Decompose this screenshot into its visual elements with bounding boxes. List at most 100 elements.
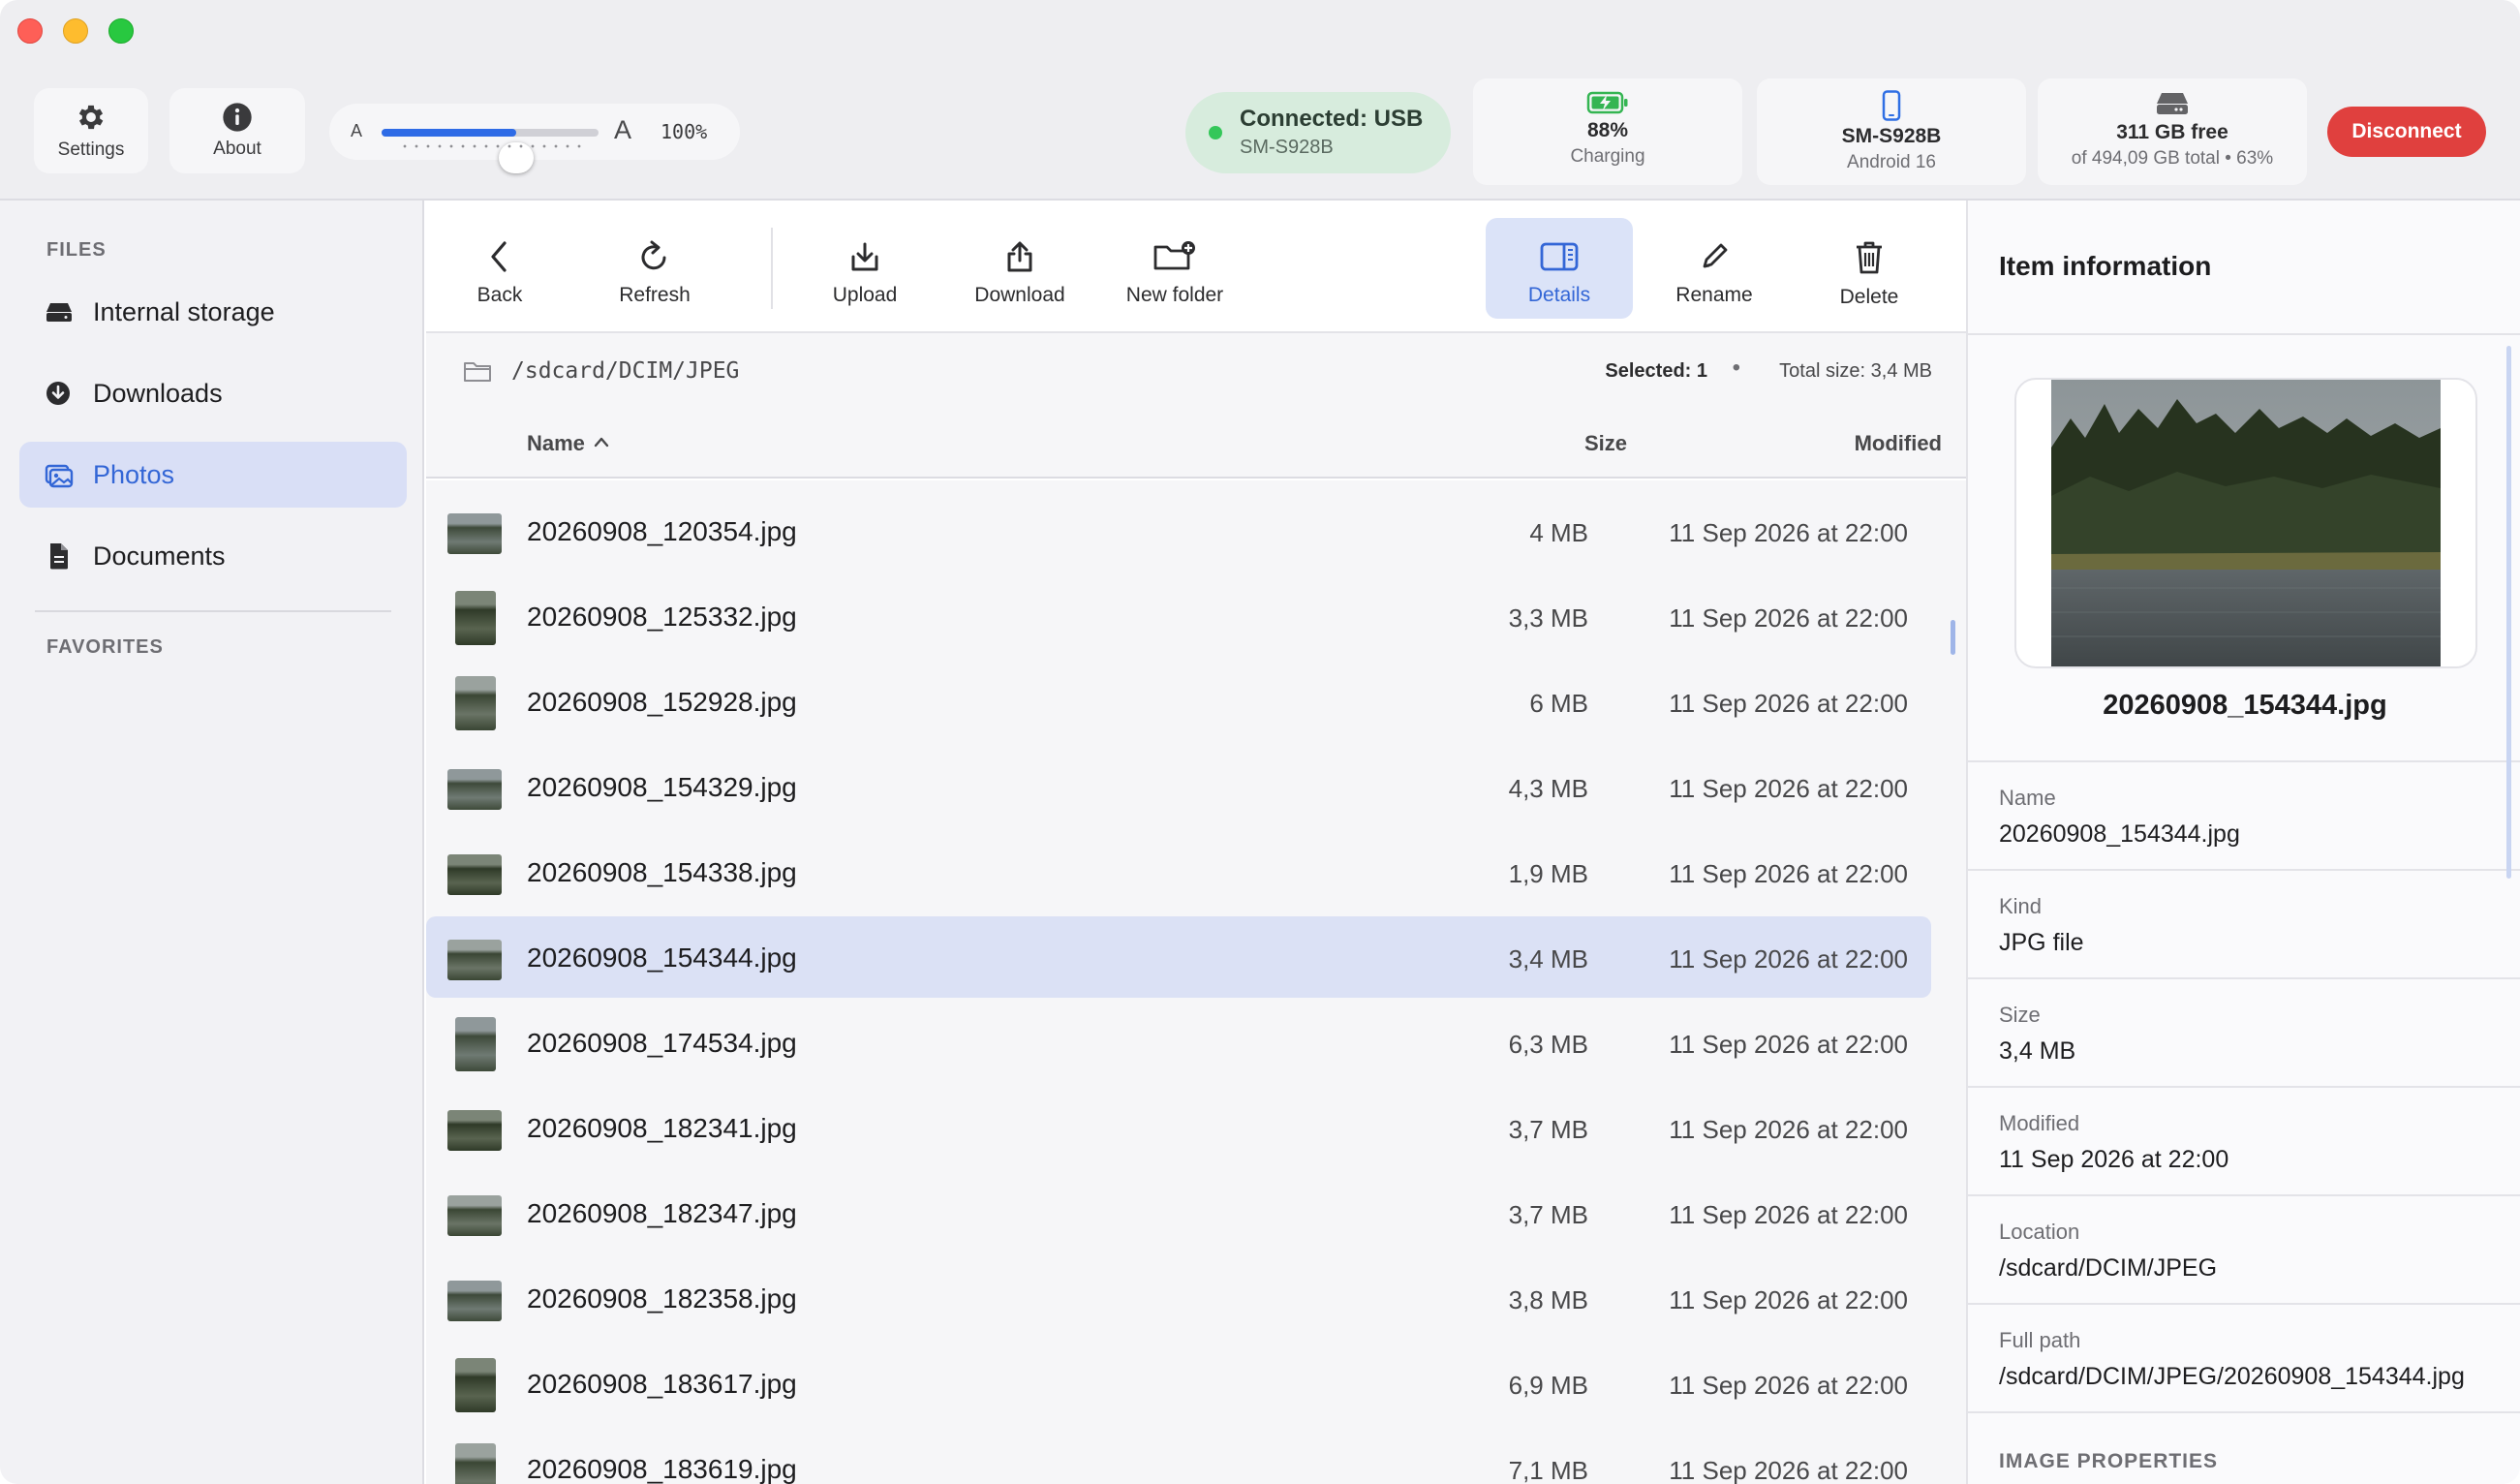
file-thumbnail [447,769,502,810]
upload-label: Upload [832,284,898,306]
text-size-control: A A 100% [329,104,740,173]
current-path[interactable]: /sdcard/DCIM/JPEG [511,358,739,384]
file-thumbnail [455,591,496,645]
file-thumbnail [447,513,502,554]
file-size: 6,3 MB [1508,1030,1588,1059]
file-thumbnail [447,854,502,895]
info-row-full-path: Full path /sdcard/DCIM/JPEG/20260908_154… [1968,1305,2520,1413]
sidebar-right-icon [1540,242,1579,271]
file-row[interactable]: 20260908_182341.jpg 3,7 MB 11 Sep 2026 at … [426,1087,1931,1168]
sidebar-item-internal-storage[interactable]: Internal storage [19,279,407,345]
back-label: Back [476,284,523,306]
file-row[interactable]: 20260908_154344.jpg 3,4 MB 11 Sep 2026 at … [426,916,1931,998]
disconnect-button[interactable]: Disconnect [2327,107,2486,157]
text-size-ticks [399,144,583,148]
file-row[interactable]: 20260908_182347.jpg 3,7 MB 11 Sep 2026 at … [426,1172,1931,1253]
info-icon [223,103,252,132]
info-panel-title: Item information [1999,251,2212,281]
back-button[interactable]: Back [426,218,573,319]
rename-button[interactable]: Rename [1641,218,1788,319]
file-name: 20260908_120354.jpg [527,516,797,546]
file-toolbar: Back Refresh Upload Download New folder … [426,201,1966,333]
storage-free: 311 GB free [2116,121,2228,143]
file-name: 20260908_152928.jpg [527,687,797,717]
info-panel-scrollbar[interactable] [2506,346,2511,879]
refresh-icon [641,240,666,270]
file-list: 20260908_120354.jpg 4 MB 11 Sep 2026 at 22… [426,480,1966,1484]
file-row[interactable]: 20260908_154338.jpg 1,9 MB 11 Sep 2026 at … [426,831,1931,912]
preview-card [2014,378,2477,668]
file-row[interactable]: 20260908_174534.jpg 6,3 MB 11 Sep 2026 at … [426,1002,1931,1083]
file-row[interactable]: 20260908_152928.jpg 6 MB 11 Sep 2026 at 22… [426,661,1931,742]
file-modified: 11 Sep 2026 at 22:00 [1669,603,1908,633]
new-folder-button[interactable]: New folder [1101,218,1248,319]
column-header-size[interactable]: Size [1584,431,1627,456]
file-name: 20260908_182347.jpg [527,1198,797,1228]
window-controls [17,18,134,44]
upload-button[interactable]: Upload [791,218,938,319]
zoom-window-button[interactable] [108,18,134,44]
file-thumbnail [447,1281,502,1321]
gear-icon [78,105,104,130]
chevron-left-icon [491,241,507,272]
info-value: JPG file [1999,929,2084,956]
selected-count: Selected: 1 [1605,360,1707,382]
close-window-button[interactable] [17,18,43,44]
info-value: 20260908_154344.jpg [1999,820,2240,848]
info-value: /sdcard/DCIM/JPEG/20260908_154344.jpg [1999,1363,2465,1390]
sidebar-item-documents[interactable]: Documents [19,523,407,589]
settings-button[interactable]: Settings [34,88,148,173]
column-header-name[interactable]: Name [527,431,585,456]
text-size-slider[interactable] [382,129,599,173]
sort-ascending-icon [594,437,609,448]
info-row-kind: Kind JPG file [1968,871,2520,979]
photo-preview [2051,380,2441,666]
info-key: Size [1999,1003,2041,1027]
file-modified: 11 Sep 2026 at 22:00 [1669,944,1908,974]
share-out-icon [1007,241,1032,272]
details-label: Details [1527,284,1591,306]
download-label: Download [974,284,1065,306]
delete-button[interactable]: Delete [1796,218,1943,319]
about-label: About [213,139,261,159]
device-os: Android 16 [1847,152,1936,172]
folder-icon [464,362,491,382]
refresh-button[interactable]: Refresh [581,218,728,319]
battery-percent: 88% [1586,119,1629,141]
details-button[interactable]: Details [1486,218,1633,319]
total-size: Total size: 3,4 MB [1779,360,1932,382]
file-list-scrollbar[interactable] [1951,620,1955,655]
file-row[interactable]: 20260908_120354.jpg 4 MB 11 Sep 2026 at 22… [426,490,1931,572]
file-thumbnail [455,1443,496,1484]
about-button[interactable]: About [169,88,305,173]
file-row[interactable]: 20260908_182358.jpg 3,8 MB 11 Sep 2026 at … [426,1257,1931,1339]
favorites-section-heading: FAVORITES [46,636,164,658]
file-name: 20260908_154329.jpg [527,772,797,802]
download-button[interactable]: Download [946,218,1093,319]
battery-stat: 88% Charging [1473,78,1742,185]
file-modified: 11 Sep 2026 at 22:00 [1669,689,1908,718]
file-list-header: Name Size Modified [426,411,1966,479]
toolbar-separator [771,228,773,309]
info-row-size: Size 3,4 MB [1968,979,2520,1088]
minimize-window-button[interactable] [63,18,88,44]
sidebar: FILES Internal storage Downloads Photos … [0,201,424,1484]
file-size: 3,8 MB [1508,1285,1588,1314]
file-row[interactable]: 20260908_154329.jpg 4,3 MB 11 Sep 2026 at … [426,746,1931,827]
file-size: 3,7 MB [1508,1200,1588,1229]
file-row[interactable]: 20260908_183619.jpg 7,1 MB 11 Sep 2026 at … [426,1428,1931,1484]
column-header-modified[interactable]: Modified [1855,431,1942,456]
file-row[interactable]: 20260908_125332.jpg 3,3 MB 11 Sep 2026 at … [426,575,1931,657]
file-modified: 11 Sep 2026 at 22:00 [1669,1030,1908,1059]
photos-icon [45,464,74,488]
file-thumbnail [447,940,502,980]
sidebar-item-photos[interactable]: Photos [19,442,407,508]
file-row[interactable]: 20260908_183617.jpg 6,9 MB 11 Sep 2026 at … [426,1343,1931,1424]
battery-state: Charging [1570,146,1645,167]
file-modified: 11 Sep 2026 at 22:00 [1669,1285,1908,1314]
sidebar-divider [35,610,391,612]
device-model: SM-S928B [1841,125,1942,147]
download-circle-icon [46,382,70,405]
sidebar-item-downloads[interactable]: Downloads [19,360,407,426]
file-modified: 11 Sep 2026 at 22:00 [1669,1200,1908,1229]
